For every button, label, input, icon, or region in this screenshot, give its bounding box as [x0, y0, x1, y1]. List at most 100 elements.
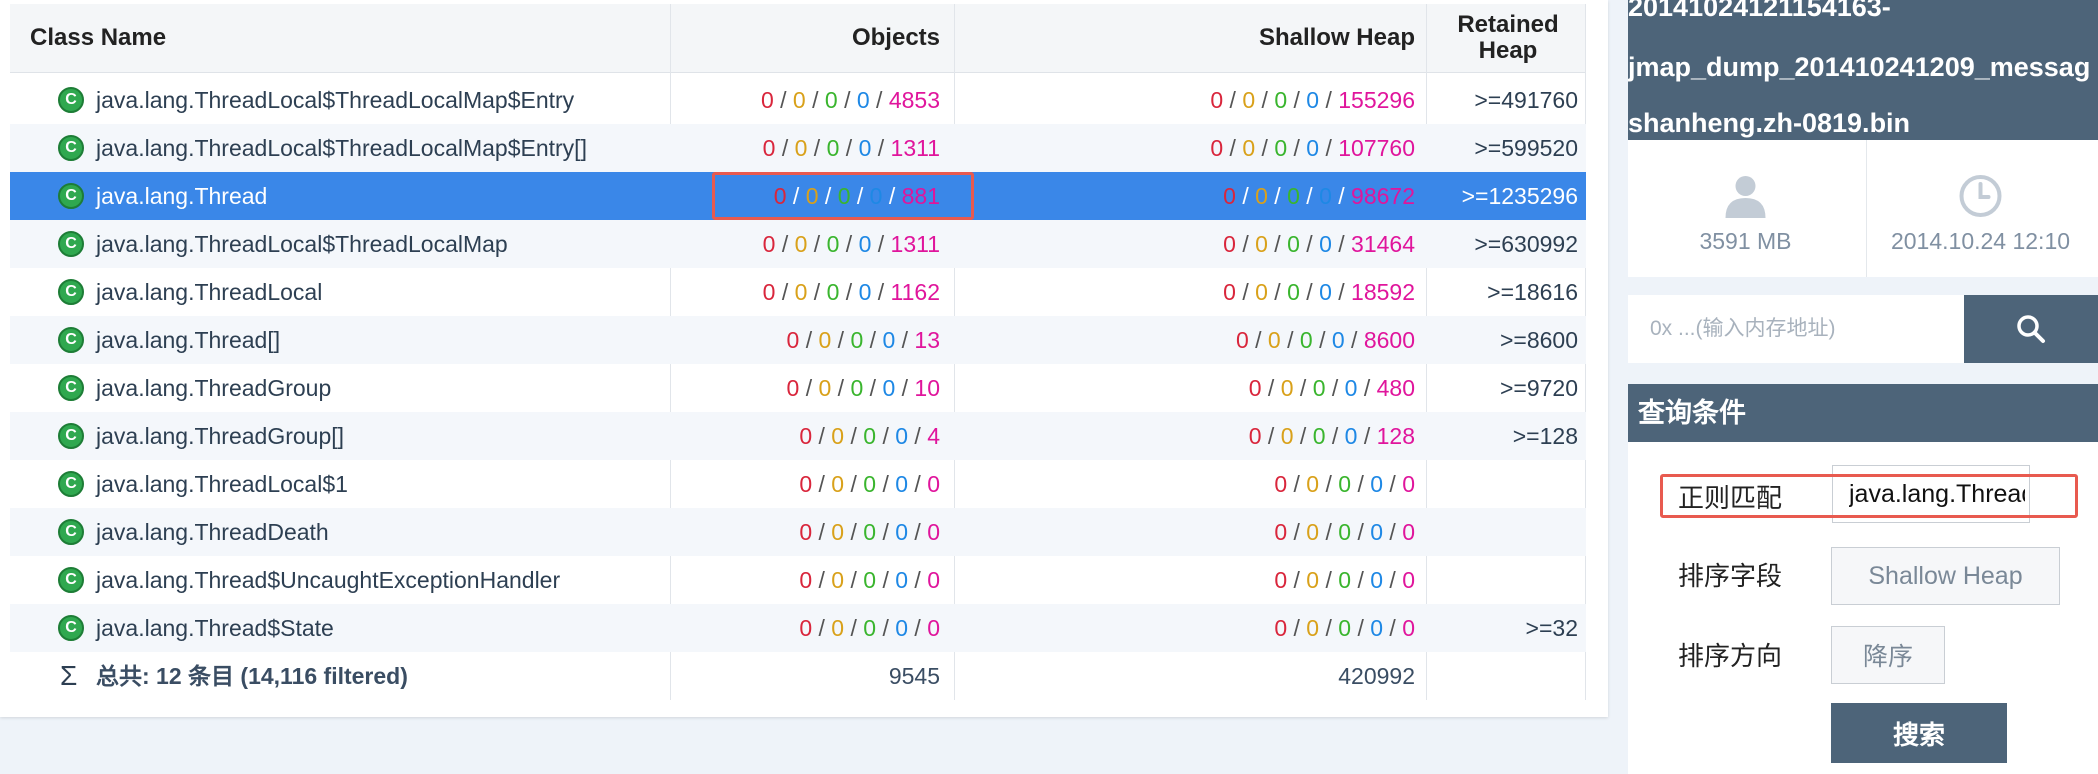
stats-divider: [1866, 140, 1867, 277]
value-segment: 0: [1306, 567, 1320, 593]
col-header-objects[interactable]: Objects: [670, 4, 940, 72]
value-separator: /: [1235, 183, 1256, 209]
value-segment: 0: [863, 423, 877, 449]
shallow-heap-cell: 0 / 0 / 0 / 0 / 8600: [970, 316, 1415, 364]
value-segment: 0: [863, 519, 877, 545]
class-name-cell[interactable]: java.lang.ThreadGroup[]: [96, 412, 344, 460]
value-separator: /: [775, 279, 795, 305]
table-row[interactable]: Cjava.lang.ThreadLocal 0 / 0 / 0 / 0 / 11…: [10, 268, 1586, 316]
table-row[interactable]: Cjava.lang.ThreadLocal$1 0 / 0 / 0 / 0 / …: [10, 460, 1586, 508]
class-icon: C: [58, 135, 84, 161]
value-segment: 0: [1248, 375, 1262, 401]
value-segment: 0: [927, 519, 940, 545]
value-segment: 0: [1344, 375, 1358, 401]
value-separator: /: [1383, 567, 1403, 593]
value-separator: /: [1351, 471, 1371, 497]
table-body: Cjava.lang.ThreadLocal$ThreadLocalMap$En…: [10, 76, 1586, 700]
value-segment: 107760: [1338, 135, 1415, 161]
table-row[interactable]: Cjava.lang.Thread$State 0 / 0 / 0 / 0 / 0…: [10, 604, 1586, 652]
value-segment: 0: [831, 519, 845, 545]
value-segment: 0: [799, 615, 813, 641]
value-segment: 13: [914, 327, 940, 353]
value-separator: /: [871, 231, 891, 257]
total-label: 总共: 12 条目 (14,116 filtered): [96, 663, 408, 689]
value-separator: /: [775, 135, 795, 161]
class-name-cell[interactable]: java.lang.ThreadGroup: [96, 364, 331, 412]
value-separator: /: [1223, 87, 1243, 113]
table-row[interactable]: Cjava.lang.Thread$UncaughtExceptionHandl…: [10, 556, 1586, 604]
value-separator: /: [871, 135, 891, 161]
class-name-cell[interactable]: java.lang.ThreadLocal: [96, 268, 322, 316]
class-icon: C: [58, 279, 84, 305]
value-segment: 4: [927, 423, 940, 449]
class-icon: C: [58, 183, 84, 209]
value-separator: /: [831, 327, 851, 353]
value-segment: 0: [824, 87, 838, 113]
value-segment: 0: [826, 231, 840, 257]
col-header-class-name[interactable]: Class Name: [30, 4, 166, 72]
value-segment: 0: [831, 423, 845, 449]
value-segment: 480: [1376, 375, 1415, 401]
table-row[interactable]: Cjava.lang.ThreadGroup[] 0 / 0 / 0 / 0 / …: [10, 412, 1586, 460]
shallow-heap-cell: 0 / 0 / 0 / 0 / 155296: [970, 76, 1415, 124]
class-name-cell[interactable]: java.lang.Thread: [96, 172, 267, 220]
value-separator: /: [1287, 567, 1307, 593]
class-name-cell[interactable]: java.lang.Thread$UncaughtExceptionHandle…: [96, 556, 560, 604]
table-row[interactable]: Cjava.lang.ThreadDeath 0 / 0 / 0 / 0 / 00…: [10, 508, 1586, 556]
value-segment: 1311: [890, 135, 940, 161]
shallow-heap-cell: 0 / 0 / 0 / 0 / 0: [970, 508, 1415, 556]
table-row[interactable]: Cjava.lang.ThreadLocal$ThreadLocalMap 0 /…: [10, 220, 1586, 268]
value-segment: 0: [1338, 519, 1352, 545]
value-separator: /: [1299, 183, 1320, 209]
value-separator: /: [844, 567, 864, 593]
objects-cell: 0 / 0 / 0 / 0 / 4: [670, 412, 940, 460]
sort-direction-select[interactable]: 降序: [1831, 626, 1945, 684]
file-name-line: jmap_dump_201410241209_messag: [1628, 52, 2091, 82]
class-icon: C: [58, 231, 84, 257]
stat-date: 2014.10.24 12:10: [1863, 140, 2098, 277]
value-segment: 0: [856, 87, 870, 113]
value-segment: 0: [1274, 519, 1288, 545]
value-segment: 0: [794, 279, 808, 305]
class-name-cell[interactable]: java.lang.Thread$State: [96, 604, 334, 652]
value-segment: 0: [895, 615, 909, 641]
memory-address-input[interactable]: [1628, 295, 1964, 363]
table-row[interactable]: Cjava.lang.ThreadLocal$ThreadLocalMap$En…: [10, 124, 1586, 172]
class-name-cell[interactable]: java.lang.ThreadDeath: [96, 508, 329, 556]
dump-date-value: 2014.10.24 12:10: [1890, 228, 2071, 254]
class-name-cell[interactable]: java.lang.ThreadLocal$ThreadLocalMap$Ent…: [96, 124, 587, 172]
value-separator: /: [1331, 231, 1352, 257]
table-row[interactable]: Cjava.lang.ThreadGroup 0 / 0 / 0 / 0 / 10…: [10, 364, 1586, 412]
shallow-heap-cell: 0 / 0 / 0 / 0 / 0: [970, 604, 1415, 652]
shallow-heap-cell: 0 / 0 / 0 / 0 / 31464: [970, 220, 1415, 268]
address-search-button[interactable]: [1964, 295, 2098, 363]
value-segment: 0: [895, 567, 909, 593]
table-row[interactable]: Cjava.lang.ThreadLocal$ThreadLocalMap$En…: [10, 76, 1586, 124]
value-separator: /: [1255, 87, 1275, 113]
search-submit-button[interactable]: 搜索: [1831, 703, 2007, 763]
class-name-cell[interactable]: java.lang.Thread[]: [96, 316, 280, 364]
value-separator: /: [807, 135, 827, 161]
col-header-retained-heap[interactable]: Retained Heap: [1438, 4, 1578, 72]
class-name-cell[interactable]: java.lang.ThreadLocal$1: [96, 460, 348, 508]
value-segment: 0: [858, 279, 872, 305]
retained-heap-cell: >=8600: [1499, 327, 1578, 353]
value-segment: 4853: [888, 87, 940, 113]
shallow-heap-cell: 0 / 0 / 0 / 0 / 128: [970, 412, 1415, 460]
sigma-icon: Σ: [60, 660, 78, 691]
value-separator: /: [908, 615, 928, 641]
col-header-shallow-heap[interactable]: Shallow Heap: [970, 4, 1415, 72]
class-name-cell[interactable]: java.lang.ThreadLocal$ThreadLocalMap: [96, 220, 508, 268]
class-icon: C: [58, 471, 84, 497]
table-row[interactable]: Cjava.lang.Thread[] 0 / 0 / 0 / 0 / 13 0 /…: [10, 316, 1586, 364]
class-name-cell[interactable]: java.lang.ThreadLocal$ThreadLocalMap$Ent…: [96, 76, 574, 124]
value-separator: /: [799, 375, 819, 401]
sort-field-select[interactable]: Shallow Heap: [1831, 547, 2060, 605]
value-segment: 0: [850, 375, 864, 401]
sort-field-label: 排序字段: [1678, 561, 1783, 591]
value-segment: 0: [1287, 183, 1300, 209]
value-segment: 0: [858, 135, 872, 161]
value-segment: 0: [826, 135, 840, 161]
retained-heap-cell: >=9720: [1499, 375, 1578, 401]
value-separator: /: [1319, 135, 1339, 161]
